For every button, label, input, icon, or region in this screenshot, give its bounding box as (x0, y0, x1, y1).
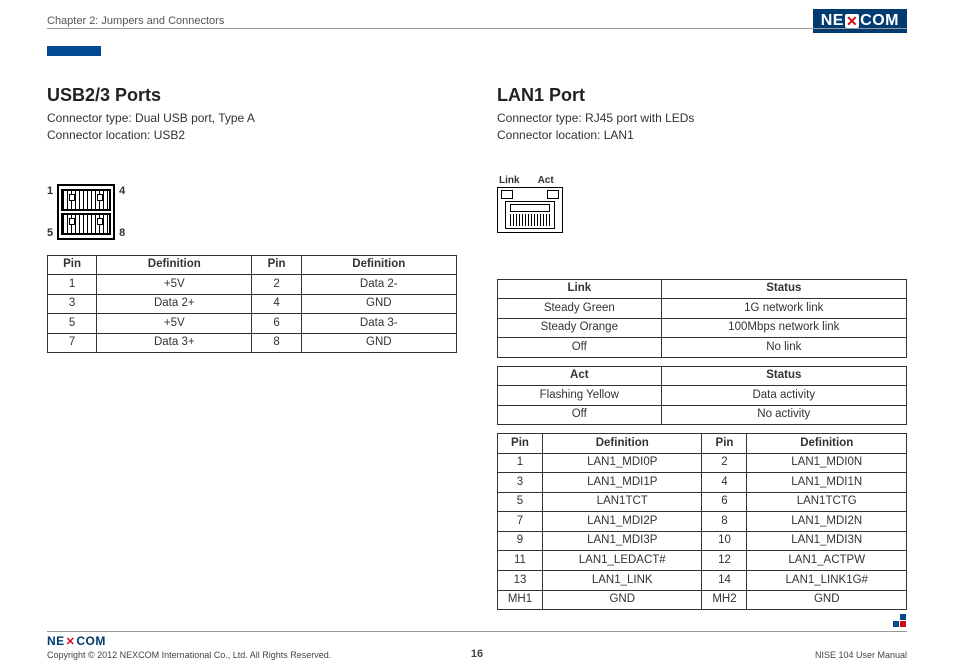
table-row: Flashing Yellow Data activity (498, 386, 907, 406)
table-row: 3 Data 2+ 4 GND (48, 294, 457, 314)
table-row: 5LAN1TCT6LAN1TCTG (498, 492, 907, 512)
rj45-link-label: Link (499, 175, 520, 186)
lan-title: LAN1 Port (497, 85, 907, 106)
table-row: 5 +5V 6 Data 3- (48, 314, 457, 334)
link-th-status: Status (661, 279, 906, 299)
table-row: 1LAN1_MDI0P2LAN1_MDI0N (498, 453, 907, 473)
rj45-port-icon (505, 201, 555, 229)
usb-port-top (61, 189, 111, 211)
page-number: 16 (471, 648, 483, 660)
table-row: 13LAN1_LINK14LAN1_LINK1G# (498, 571, 907, 591)
usb-pin-labels-left: 1 5 (47, 183, 53, 241)
lan-link-table: Link Status Steady Green 1G network link… (497, 279, 907, 358)
lan-act-table: Act Status Flashing Yellow Data activity… (497, 366, 907, 426)
rj45-icon (497, 187, 563, 233)
manual-title: NISE 104 User Manual (815, 650, 907, 660)
usb-pin-table: Pin Definition Pin Definition 1 +5V 2 Da… (47, 255, 457, 354)
lan-pin-table: Pin Definition Pin Definition 1LAN1_MDI0… (497, 433, 907, 610)
usb-section: USB2/3 Ports Connector type: Dual USB po… (47, 85, 457, 610)
act-th-act: Act (498, 366, 662, 386)
act-th-status: Status (661, 366, 906, 386)
table-header-row: Act Status (498, 366, 907, 386)
table-row: 9LAN1_MDI3P10LAN1_MDI3N (498, 531, 907, 551)
page: Chapter 2: Jumpers and Connectors NE✕COM… (0, 0, 954, 672)
table-row: 3LAN1_MDI1P4LAN1_MDI1N (498, 473, 907, 493)
table-header-row: Pin Definition Pin Definition (498, 434, 907, 454)
table-row: 1 +5V 2 Data 2- (48, 275, 457, 295)
rj45-diagram: Link Act (497, 175, 907, 233)
table-header-row: Pin Definition Pin Definition (48, 255, 457, 275)
usb-th-def-a: Definition (97, 255, 252, 275)
table-row: 7 Data 3+ 8 GND (48, 333, 457, 353)
rj45-leds (498, 188, 562, 199)
lan-section: LAN1 Port Connector type: RJ45 port with… (497, 85, 907, 610)
usb-pin-8: 8 (119, 227, 125, 239)
lan-th-pin-a: Pin (498, 434, 543, 454)
header-rule (47, 28, 907, 29)
usb-th-pin-b: Pin (252, 255, 301, 275)
usb-connector-location: Connector location: USB2 (47, 127, 457, 144)
content-area: USB2/3 Ports Connector type: Dual USB po… (47, 85, 907, 610)
nexcom-footer-logo: NE✕COM (47, 634, 331, 648)
table-row: Off No activity (498, 405, 907, 425)
footer-left: NE✕COM Copyright © 2012 NEXCOM Internati… (47, 634, 331, 660)
copyright-text: Copyright © 2012 NEXCOM International Co… (47, 650, 331, 660)
page-header: Chapter 2: Jumpers and Connectors NE✕COM (0, 0, 954, 36)
lan-connector-location: Connector location: LAN1 (497, 127, 907, 144)
usb-th-pin-a: Pin (48, 255, 97, 275)
nexcom-logo: NE✕COM (813, 9, 907, 33)
rj45-act-label: Act (538, 175, 554, 186)
lan-connector-type: Connector type: RJ45 port with LEDs (497, 110, 907, 127)
link-th-link: Link (498, 279, 662, 299)
logo-x-icon: ✕ (66, 635, 76, 648)
table-row: 11LAN1_LEDACT#12LAN1_ACTPW (498, 551, 907, 571)
usb-port-bottom (61, 213, 111, 235)
lan-th-def-b: Definition (747, 434, 907, 454)
chapter-title: Chapter 2: Jumpers and Connectors (47, 15, 224, 27)
lan-th-pin-b: Pin (702, 434, 747, 454)
rj45-led-act (547, 190, 559, 199)
usb-title: USB2/3 Ports (47, 85, 457, 106)
logo-x-icon: ✕ (845, 14, 859, 28)
usb-pin-1: 1 (47, 185, 53, 197)
footer-rule (47, 631, 907, 632)
usb-pin-labels-right: 4 8 (119, 183, 125, 241)
table-row: Off No link (498, 338, 907, 358)
table-row: Steady Green 1G network link (498, 299, 907, 319)
usb-pin-4: 4 (119, 185, 125, 197)
usb-connector-icon (57, 184, 115, 240)
usb-connector-diagram: 1 5 4 8 (47, 183, 457, 241)
rj45-led-link (501, 190, 513, 199)
usb-pin-5: 5 (47, 227, 53, 239)
table-row: MH1GNDMH2GND (498, 590, 907, 610)
lan-th-def-a: Definition (542, 434, 702, 454)
table-row: 7LAN1_MDI2P8LAN1_MDI2N (498, 512, 907, 532)
usb-connector-type: Connector type: Dual USB port, Type A (47, 110, 457, 127)
chapter-tab (47, 46, 101, 56)
rj45-labels: Link Act (499, 175, 907, 186)
table-row: Steady Orange 100Mbps network link (498, 318, 907, 338)
usb-th-def-b: Definition (301, 255, 456, 275)
table-header-row: Link Status (498, 279, 907, 299)
page-footer: NE✕COM Copyright © 2012 NEXCOM Internati… (47, 634, 907, 660)
corner-mark-icon (893, 614, 907, 628)
